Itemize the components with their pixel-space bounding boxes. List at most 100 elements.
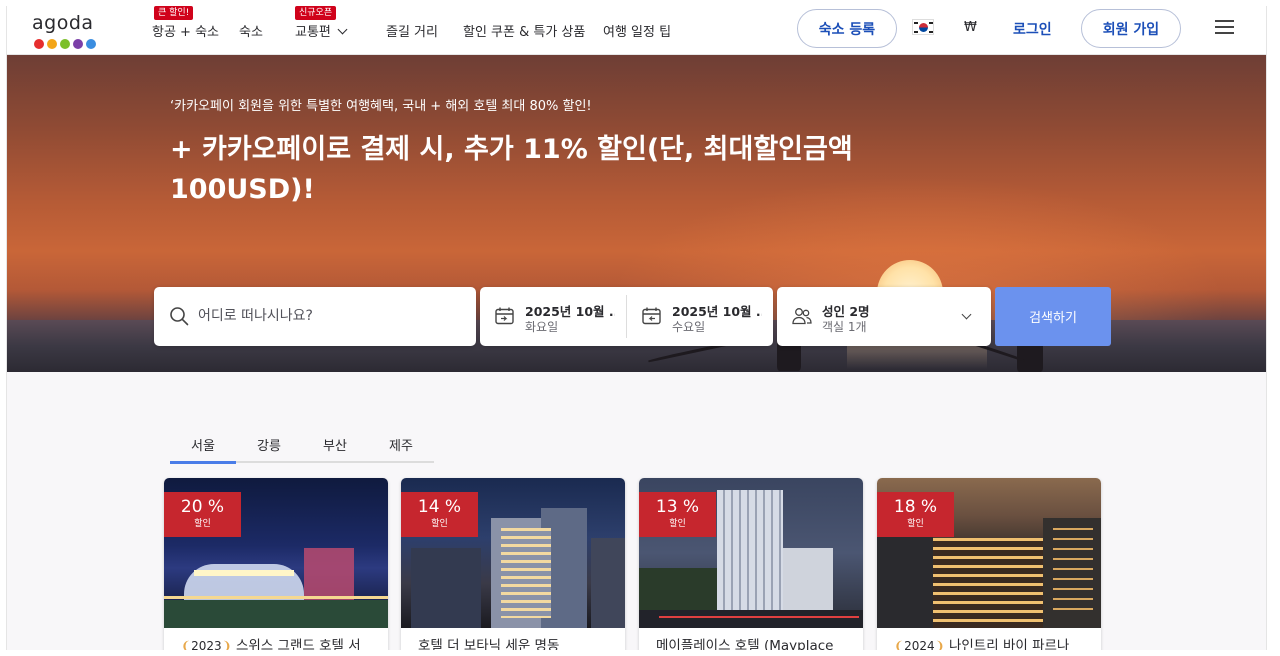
- discount-label: 할인: [907, 519, 924, 529]
- logo-dot: [60, 39, 70, 49]
- chevron-down-icon: [961, 309, 972, 320]
- signup-button[interactable]: 회원 가입: [1081, 9, 1181, 48]
- browser-viewport: agoda 큰 할인! 항공 + 숙소 숙소 신규오픈 교통편 즐길 거리 할인…: [6, 6, 1267, 650]
- photo-detail: [164, 596, 388, 599]
- photo-detail: [194, 570, 294, 576]
- hotel-name: ❨2023❩ 스위스 그랜드 호텔 서: [181, 634, 381, 650]
- calendar-checkin-icon: [495, 307, 514, 325]
- hero-title: + 카카오페이로 결제 시, 추가 11% 할인(단, 최대할인금액 100US…: [170, 134, 853, 205]
- discount-label: 할인: [194, 519, 211, 529]
- discount-label: 할인: [669, 519, 686, 529]
- room-count: 객실 1개: [822, 320, 867, 334]
- nav-label: 항공 + 숙소: [152, 25, 219, 40]
- destination-input[interactable]: [198, 302, 458, 330]
- taeguk-mark: [919, 23, 928, 32]
- calendar-checkout-icon: [642, 307, 661, 325]
- logo-dots: [34, 39, 96, 49]
- hotel-deal-card[interactable]: 20 % 할인 ❨2023❩ 스위스 그랜드 호텔 서: [164, 478, 388, 650]
- nav-hotels[interactable]: 숙소: [239, 21, 263, 40]
- tab-gangneung[interactable]: 강릉: [236, 435, 302, 454]
- nav-label: 교통편: [295, 25, 331, 40]
- discount-badge: 14 % 할인: [401, 492, 478, 537]
- search-icon: [170, 307, 189, 326]
- logo-dot: [47, 39, 57, 49]
- hotel-name-text: 스위스 그랜드 호텔 서: [235, 638, 361, 650]
- nav-label: 여행 일정 팁: [603, 25, 672, 40]
- menu-bar: [1215, 26, 1234, 28]
- hotel-deal-card[interactable]: 13 % 할인 메이플레이스 호텔 (Mayplace: [639, 478, 863, 650]
- login-link[interactable]: 로그인: [1013, 19, 1052, 39]
- menu-icon[interactable]: [1215, 19, 1234, 35]
- award-year: 2023: [191, 639, 222, 650]
- list-property-button[interactable]: 숙소 등록: [797, 9, 897, 48]
- logo-dot: [73, 39, 83, 49]
- tab-seoul[interactable]: 서울: [170, 435, 236, 454]
- discount-badge: 18 % 할인: [877, 492, 954, 537]
- nav-coupons-deals[interactable]: 할인 쿠폰 & 특가 상품: [463, 21, 585, 40]
- photo-detail: [783, 548, 833, 610]
- hotel-deal-card[interactable]: 18 % 할인 ❨2024❩ 나인트리 바이 파르나: [877, 478, 1101, 650]
- tab-jeju[interactable]: 제주: [368, 435, 434, 454]
- photo-detail: [591, 538, 625, 628]
- nav-activities[interactable]: 즐길 거리: [386, 21, 438, 40]
- nav-transport[interactable]: 신규오픈 교통편: [295, 6, 348, 40]
- logo-dot: [34, 39, 44, 49]
- chevron-down-icon: [337, 24, 348, 35]
- flag-trigram: [914, 31, 918, 33]
- search-button[interactable]: 검색하기: [995, 287, 1111, 346]
- checkin-date-field[interactable]: 2025년 10월 ... 화요일: [480, 287, 626, 346]
- hotel-deal-card[interactable]: 14 % 할인 호텔 더 보타닉 세운 명동: [401, 478, 625, 650]
- nav-flight-hotel[interactable]: 큰 할인! 항공 + 숙소: [152, 6, 219, 40]
- award-year: 2024: [904, 639, 935, 650]
- discount-percent: 14 %: [417, 497, 462, 517]
- discount-label: 할인: [431, 519, 448, 529]
- hero-subtitle: ‘카카오페이 회원을 위한 특별한 여행혜택, 국내 + 해외 호텔 최대 80…: [170, 99, 592, 114]
- photo-detail: [639, 610, 863, 628]
- photo-detail: [304, 548, 354, 608]
- nav-label: 할인 쿠폰 & 특가 상품: [463, 25, 586, 40]
- top-header: agoda 큰 할인! 항공 + 숙소 숙소 신규오픈 교통편 즐길 거리 할인…: [7, 6, 1266, 55]
- discount-percent: 18 %: [893, 497, 938, 517]
- menu-bar: [1215, 32, 1234, 34]
- hotel-name: ❨2024❩ 나인트리 바이 파르나: [894, 634, 1094, 650]
- photo-detail: [411, 548, 481, 628]
- photo-detail: [933, 538, 1043, 628]
- people-icon: [792, 308, 812, 325]
- logo-dot: [86, 39, 96, 49]
- checkout-date-field[interactable]: 2025년 10월 ... 수요일: [627, 287, 773, 346]
- date-picker-box: 2025년 10월 ... 화요일 2025년 10월 ... 수요일: [480, 287, 773, 346]
- discount-badge: 20 % 할인: [164, 492, 241, 537]
- nav-label: 숙소: [239, 25, 263, 40]
- hotel-name-text: 나인트리 바이 파르나: [948, 638, 1070, 650]
- nav-badge-new: 신규오픈: [295, 6, 337, 20]
- nav-label: 즐길 거리: [386, 25, 438, 40]
- active-tab-indicator: [170, 461, 236, 464]
- discount-percent: 13 %: [655, 497, 700, 517]
- flag-trigram: [929, 31, 933, 33]
- photo-detail: [501, 528, 551, 618]
- award-year-badge: ❨2024❩: [894, 639, 945, 650]
- nav-travel-tips[interactable]: 여행 일정 팁: [603, 21, 671, 40]
- hotel-name: 메이플레이스 호텔 (Mayplace: [656, 638, 834, 650]
- agoda-logo[interactable]: agoda: [32, 12, 102, 49]
- checkout-day: 수요일: [672, 320, 706, 334]
- flag-trigram: [929, 22, 933, 24]
- korea-flag-icon[interactable]: [912, 19, 934, 35]
- flag-trigram: [914, 22, 918, 24]
- nav-badge-big-sale: 큰 할인!: [154, 6, 194, 20]
- logo-text: agoda: [32, 12, 94, 34]
- discount-badge: 13 % 할인: [639, 492, 716, 537]
- discount-percent: 20 %: [180, 497, 225, 517]
- photo-detail: [717, 490, 783, 610]
- award-year-badge: ❨2023❩: [181, 639, 232, 650]
- menu-bar: [1215, 20, 1234, 22]
- currency-selector[interactable]: ₩: [964, 20, 977, 35]
- photo-detail: [1053, 528, 1093, 618]
- photo-detail: [877, 528, 933, 628]
- checkin-day: 화요일: [525, 320, 559, 334]
- tab-busan[interactable]: 부산: [302, 435, 368, 454]
- guests-rooms-selector[interactable]: 성인 2명 객실 1개: [777, 287, 991, 346]
- hotel-name: 호텔 더 보타닉 세운 명동: [418, 638, 560, 650]
- destination-search-box[interactable]: [154, 287, 476, 346]
- photo-detail: [659, 616, 859, 618]
